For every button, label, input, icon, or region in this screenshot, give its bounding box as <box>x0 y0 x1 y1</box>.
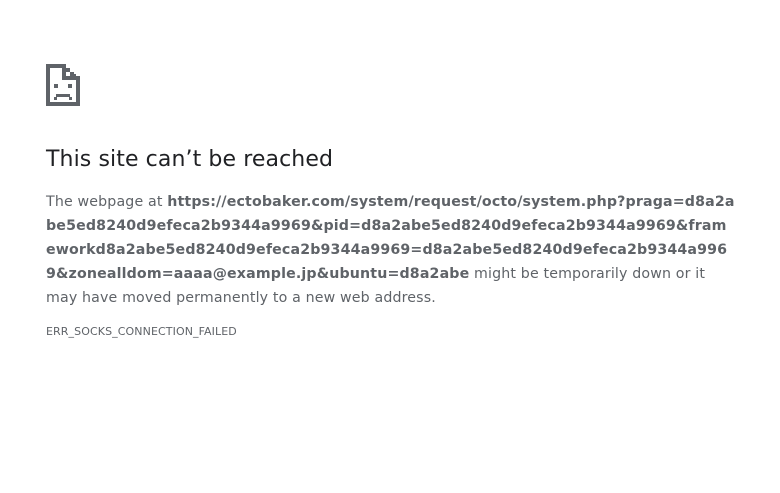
message-prefix: The webpage at <box>46 194 168 210</box>
error-container: This site can’t be reached The webpage a… <box>46 64 736 340</box>
error-title: This site can’t be reached <box>46 147 334 172</box>
sad-document-icon <box>46 64 82 108</box>
error-code: ERR_SOCKS_CONNECTION_FAILED <box>46 325 237 338</box>
error-description: The webpage at https://ectobaker.com/sys… <box>46 190 736 310</box>
